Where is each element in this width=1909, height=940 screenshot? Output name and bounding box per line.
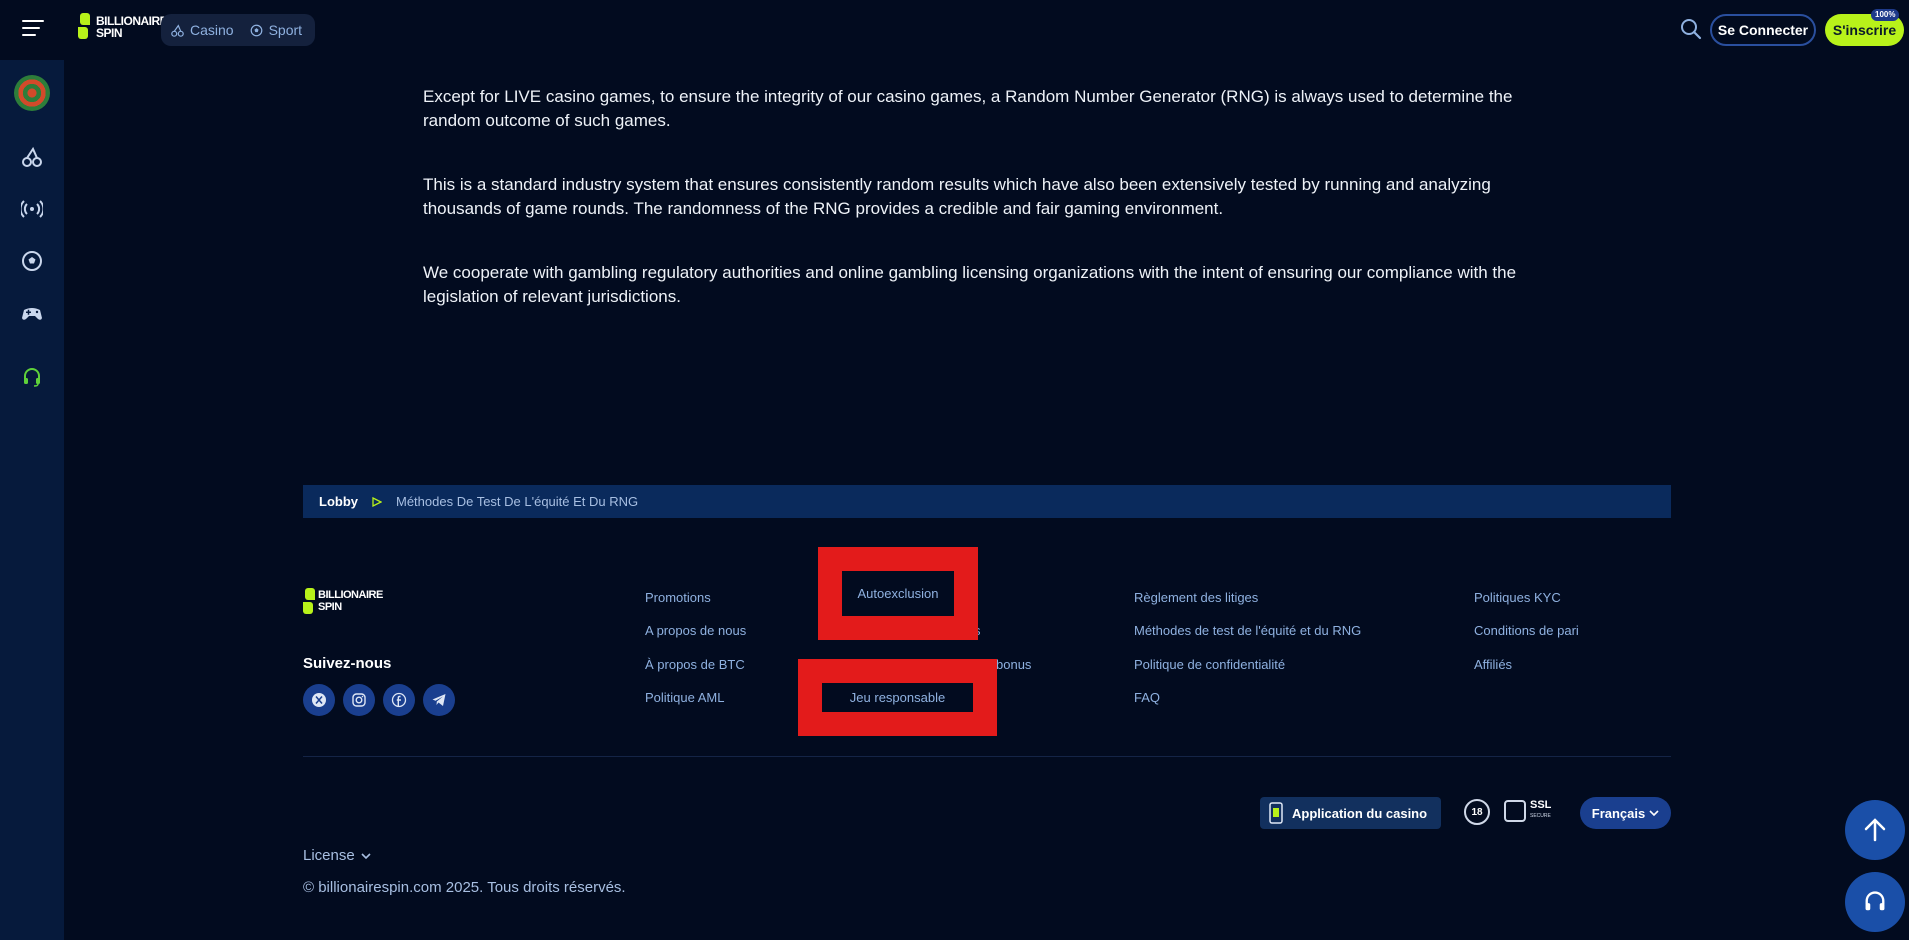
ssl-sub-label: SECURE (1530, 813, 1551, 819)
footer-logo[interactable]: BILLIONAIRE SPIN (303, 588, 383, 614)
phone-icon (1269, 802, 1283, 824)
soccer-ball-icon[interactable] (20, 249, 44, 273)
nav-casino[interactable]: Casino (171, 22, 234, 38)
nav-sport[interactable]: Sport (250, 22, 302, 38)
language-selector[interactable]: Français (1580, 797, 1671, 829)
footer-link-faq[interactable]: FAQ (1134, 690, 1160, 705)
headset-icon[interactable] (20, 365, 44, 389)
nav-casino-label: Casino (190, 22, 234, 38)
footer-link-about-btc[interactable]: À propos de BTC (645, 657, 745, 672)
logo-text-line2: SPIN (96, 26, 123, 40)
footer-link-affiliates[interactable]: Affiliés (1474, 657, 1512, 672)
footer-link-privacy-policy[interactable]: Politique de confidentialité (1134, 657, 1285, 672)
paragraph: This is a standard industry system that … (423, 175, 1491, 218)
chevron-down-icon (361, 852, 371, 859)
license-label: License (303, 847, 355, 864)
footer-link-responsible-gaming[interactable]: Jeu responsable (822, 683, 973, 712)
facebook-icon[interactable] (383, 684, 415, 716)
top-bar: BILLIONAIRE SPIN Casino Sport Se Connect… (0, 0, 1909, 60)
instagram-icon[interactable] (343, 684, 375, 716)
footer-link-dispute-rules[interactable]: Règlement des litiges (1134, 590, 1258, 605)
cherry-icon (171, 23, 184, 37)
footer-logo-line2: SPIN (318, 601, 342, 613)
ssl-secure-badge: SSL SECURE (1504, 800, 1551, 822)
sidebar (0, 60, 64, 940)
logo-mark-icon (303, 588, 315, 614)
footer-logo-line1: BILLIONAIRE (318, 589, 383, 601)
footer-link-about-us[interactable]: A propos de nous (645, 623, 746, 638)
chevron-down-icon (1649, 810, 1659, 817)
paragraph: Except for LIVE casino games, to ensure … (423, 87, 1513, 130)
menu-icon[interactable] (22, 20, 44, 38)
login-button[interactable]: Se Connecter (1710, 14, 1816, 46)
breadcrumb: Lobby Méthodes De Test De L'équité Et Du… (303, 485, 1671, 518)
footer-divider (303, 756, 1671, 757)
footer-link-bonus-partial[interactable]: bonus (996, 657, 1031, 672)
register-badge: 100% (1871, 9, 1900, 21)
footer-link-partial[interactable]: s (974, 623, 981, 638)
support-chat-button[interactable] (1845, 872, 1905, 932)
footer-link-aml-policy[interactable]: Politique AML (645, 690, 725, 705)
copyright-text: © billionairespin.com 2025. Tous droits … (303, 879, 626, 896)
article-content: Except for LIVE casino games, to ensure … (423, 85, 1573, 349)
social-links (303, 684, 455, 716)
soccer-ball-icon (250, 24, 262, 36)
gamepad-icon[interactable] (20, 301, 44, 325)
language-label: Français (1591, 805, 1646, 821)
footer-link-kyc-policy[interactable]: Politiques KYC (1474, 590, 1561, 605)
logo-mark-icon (78, 13, 92, 41)
live-signal-icon[interactable] (20, 197, 44, 221)
paragraph: We cooperate with gambling regulatory au… (423, 263, 1517, 306)
search-icon[interactable] (1680, 18, 1702, 40)
footer-link-promotions[interactable]: Promotions (645, 590, 711, 605)
casino-app-label: Application du casino (1292, 805, 1428, 821)
casino-app-button[interactable]: Application du casino (1260, 797, 1441, 829)
telegram-icon[interactable] (423, 684, 455, 716)
nav-sport-label: Sport (268, 22, 303, 38)
footer-link-rng-fairness[interactable]: Méthodes de test de l'équité et du RNG (1134, 623, 1361, 638)
breadcrumb-lobby-link[interactable]: Lobby (319, 494, 358, 509)
scroll-to-top-button[interactable] (1845, 800, 1905, 860)
lock-icon (1504, 800, 1526, 822)
x-twitter-icon[interactable] (303, 684, 335, 716)
logo[interactable]: BILLIONAIRE SPIN (78, 13, 168, 41)
footer-link-betting-terms[interactable]: Conditions de pari (1474, 623, 1579, 638)
nav-switch: Casino Sport (161, 14, 315, 46)
headset-icon (1865, 891, 1885, 911)
play-arrow-icon (372, 496, 382, 507)
ssl-label: SSL (1530, 799, 1552, 811)
license-toggle[interactable]: License (303, 847, 371, 864)
breadcrumb-current: Méthodes De Test De L'équité Et Du RNG (396, 494, 639, 509)
arrow-up-icon (1864, 818, 1886, 842)
target-icon[interactable] (14, 75, 50, 111)
age-18-icon: 18 (1464, 799, 1490, 825)
cherry-icon[interactable] (20, 145, 44, 169)
footer-link-self-exclusion[interactable]: Autoexclusion (842, 571, 954, 616)
follow-us-label: Suivez-nous (303, 655, 392, 672)
